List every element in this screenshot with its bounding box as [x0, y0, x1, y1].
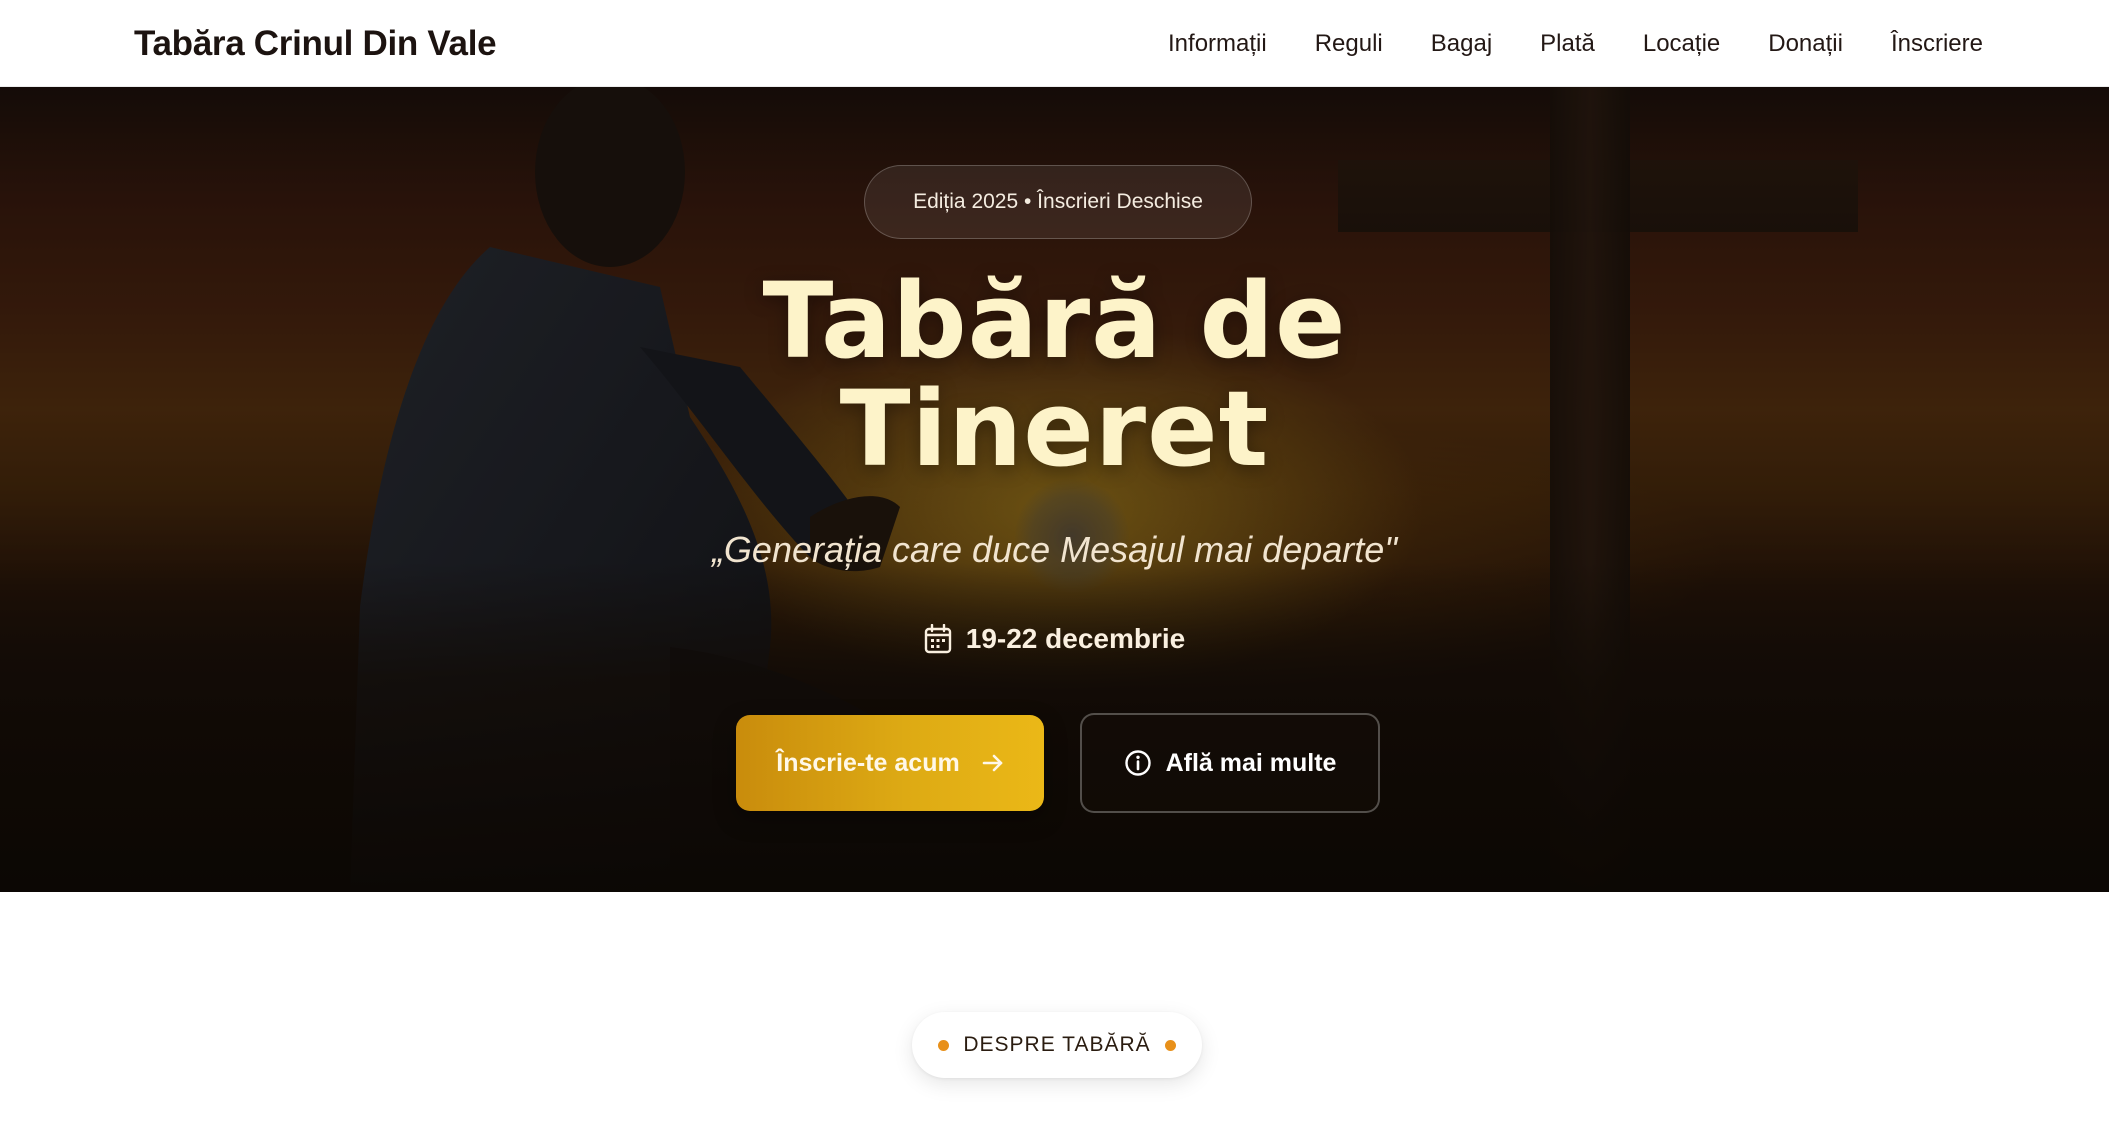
nav-item-bagaj[interactable]: Bagaj	[1431, 30, 1492, 58]
nav-item-plata[interactable]: Plată	[1540, 30, 1595, 58]
nav-item-donatii[interactable]: Donații	[1768, 30, 1843, 58]
learn-more-button[interactable]: Află mai multe	[1080, 713, 1380, 813]
nav-item-locatie[interactable]: Locație	[1643, 30, 1720, 58]
nav-item-informatii[interactable]: Informații	[1168, 30, 1267, 58]
calendar-icon	[924, 624, 951, 654]
about-section: DESPRE TABĂRĂ	[0, 892, 2109, 1134]
learn-more-label: Află mai multe	[1165, 748, 1337, 777]
nav-item-reguli[interactable]: Reguli	[1315, 30, 1383, 58]
hero-title: Tabără de Tineret	[0, 267, 2109, 483]
edition-badge: Ediția 2025 • Înscrieri Deschise	[864, 165, 1252, 239]
top-navbar: Tabăra Crinul Din Vale Informații Reguli…	[0, 0, 2109, 87]
about-pill-label: DESPRE TABĂRĂ	[963, 1033, 1151, 1056]
nav-links: Informații Reguli Bagaj Plată Locație Do…	[1168, 0, 1983, 87]
pill-dot-left	[938, 1039, 950, 1051]
hero-title-line-1: Tabără de	[762, 260, 1347, 382]
pill-dot-right	[1164, 1039, 1176, 1051]
arrow-right-icon	[982, 754, 1003, 772]
register-now-button[interactable]: Înscrie-te acum	[736, 715, 1044, 811]
hero-quote: „Generația care duce Mesajul mai departe…	[711, 529, 1398, 570]
site-brand[interactable]: Tabăra Crinul Din Vale	[134, 0, 497, 87]
register-now-label: Înscrie-te acum	[776, 748, 960, 777]
hero-section: Ediția 2025 • Înscrieri Deschise Tabără …	[0, 87, 2109, 892]
nav-item-inscriere[interactable]: Înscriere	[1891, 30, 1983, 58]
hero-content: Ediția 2025 • Înscrieri Deschise Tabără …	[0, 87, 2109, 892]
hero-date: 19-22 decembrie	[0, 623, 2109, 655]
info-icon	[1124, 750, 1151, 776]
about-section-pill: DESPRE TABĂRĂ	[912, 1012, 1202, 1078]
hero-date-text: 19-22 decembrie	[965, 623, 1186, 654]
hero-title-line-2: Tineret	[839, 368, 1270, 490]
